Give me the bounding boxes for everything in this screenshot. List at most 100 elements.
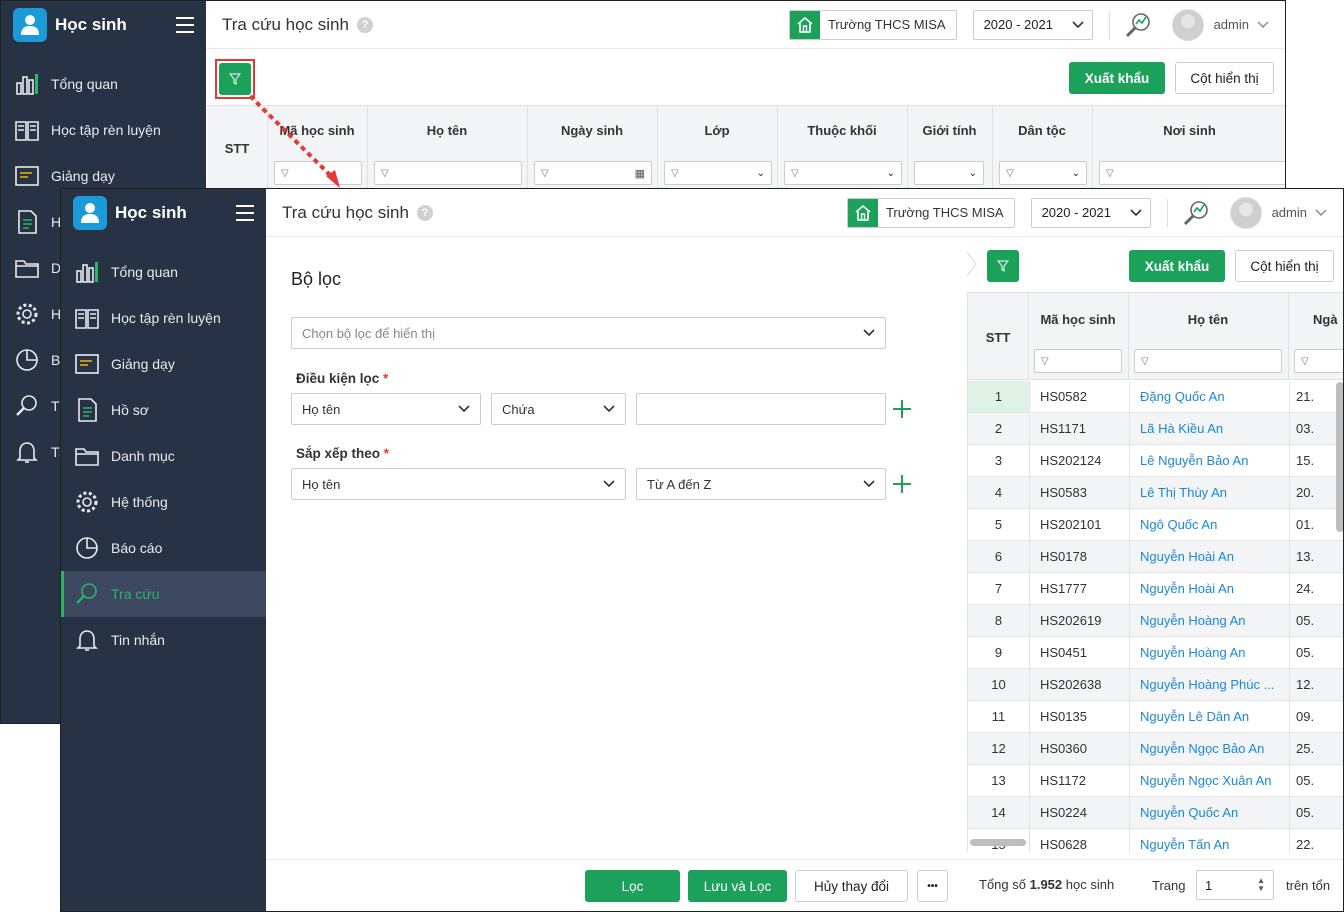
sidebar-item-gear[interactable]: Hệ thống (61, 479, 266, 525)
row-dob: 05. (1289, 765, 1343, 796)
row-name-link[interactable]: Lã Hà Kiều An (1129, 413, 1289, 444)
sidebar-item-document[interactable]: Hồ sơ (61, 387, 266, 433)
condition-operator-select[interactable]: Chứa (491, 393, 626, 425)
row-dob: 24. (1289, 573, 1343, 604)
grade-filter-select[interactable]: ▽ ⌄ (784, 161, 902, 185)
export-button[interactable]: Xuất khẩu (1069, 62, 1165, 94)
calendar-icon[interactable]: ▦ (635, 167, 645, 180)
table-row[interactable]: 4 HS0583 Lê Thị Thùy An 20. (968, 477, 1343, 509)
sidebar-item-label: Tổng quan (51, 76, 118, 92)
sort-field-select[interactable]: Họ tên (291, 468, 626, 500)
search-chart-icon[interactable] (1124, 11, 1152, 39)
sidebar-item-bell[interactable]: Tin nhắn (61, 617, 266, 663)
condition-field-select[interactable]: Họ tên (291, 393, 481, 425)
sidebar-item-chart-bars[interactable]: Tổng quan (1, 61, 206, 107)
sidebar-item-folder[interactable]: Danh mục (61, 433, 266, 479)
col-header-birthplace: Nơi sinh (1163, 123, 1216, 138)
row-stt: 7 (994, 581, 1003, 596)
panel-collapse-icon[interactable] (966, 251, 978, 277)
table-row[interactable]: 7 HS1777 Nguyễn Hoài An 24. (968, 573, 1343, 605)
save-and-filter-button[interactable]: Lưu và Lọc (688, 870, 787, 902)
table-row[interactable]: 5 HS202101 Ngô Quốc An 01. (968, 509, 1343, 541)
menu-toggle-icon[interactable] (176, 17, 194, 33)
columns-button[interactable]: Cột hiển thị (1235, 250, 1334, 282)
class-filter-select[interactable]: ▽ ⌄ (664, 161, 772, 185)
help-icon[interactable]: ? (356, 16, 373, 33)
add-sort-plus-icon[interactable] (891, 473, 913, 495)
row-name-link[interactable]: Nguyễn Ngọc Xuân An (1129, 765, 1289, 796)
filter-preset-select[interactable]: Chọn bộ lọc để hiển thị (291, 317, 886, 349)
year-select[interactable]: 2020 - 2021 (972, 9, 1093, 40)
table-row[interactable]: 1 HS0582 Đặng Quốc An 21. (968, 381, 1343, 413)
birthplace-filter-input[interactable]: ▽ (1099, 161, 1285, 185)
page-number-input[interactable]: 1 ▲ ▼ (1196, 870, 1274, 900)
condition-value-input[interactable] (636, 393, 886, 425)
menu-toggle-icon[interactable] (236, 205, 254, 221)
row-name-link[interactable]: Nguyễn Hoài An (1129, 541, 1289, 572)
name-filter-input[interactable]: ▽ (1134, 349, 1282, 373)
chevron-down-icon: ⌄ (968, 167, 977, 179)
name-filter-input[interactable]: ▽ (374, 161, 522, 185)
year-select[interactable]: 2020 - 2021 (1030, 197, 1151, 228)
table-row[interactable]: 3 HS202124 Lê Nguyễn Bảo An 15. (968, 445, 1343, 477)
row-name-link[interactable]: Lê Nguyễn Bảo An (1129, 445, 1289, 476)
board-icon (13, 162, 41, 190)
ethnic-filter-select[interactable]: ▽ ⌄ (999, 161, 1087, 185)
row-name-link[interactable]: Đặng Quốc An (1129, 381, 1289, 412)
sidebar-item-pie[interactable]: Báo cáo (61, 525, 266, 571)
table-row[interactable]: 2 HS1171 Lã Hà Kiều An 03. (968, 413, 1343, 445)
help-icon[interactable]: ? (416, 204, 433, 221)
sidebar-item-chart-bars[interactable]: Tổng quan (61, 249, 266, 295)
avatar[interactable] (1171, 8, 1204, 41)
table-row[interactable]: 9 HS0451 Nguyễn Hoàng An 05. (968, 637, 1343, 669)
add-condition-plus-icon[interactable] (891, 398, 913, 420)
sort-order-select[interactable]: Từ A đến Z (636, 468, 886, 500)
table-row[interactable]: 10 HS202638 Nguyễn Hoàng Phúc ... 12. (968, 669, 1343, 701)
row-name-link[interactable]: Nguyễn Lê Dân An (1129, 701, 1289, 732)
row-name-link[interactable]: Nguyễn Tấn An (1129, 829, 1289, 852)
row-name-link[interactable]: Nguyễn Hoàng An (1129, 637, 1289, 668)
chevron-down-icon (863, 480, 875, 488)
spinner-icon[interactable]: ▲ ▼ (1257, 877, 1265, 893)
cancel-changes-button[interactable]: Hủy thay đổi (795, 870, 908, 902)
row-name-link[interactable]: Lê Thị Thùy An (1129, 477, 1289, 508)
school-button[interactable]: Trường THCS MISA (788, 9, 957, 40)
row-name-link[interactable]: Nguyễn Hoàng Phúc ... (1129, 669, 1289, 700)
row-name-link[interactable]: Nguyễn Hoài An (1129, 573, 1289, 604)
row-dob: 05. (1289, 605, 1343, 636)
table-row[interactable]: 8 HS202619 Nguyễn Hoàng An 05. (968, 605, 1343, 637)
vertical-scrollbar[interactable] (1336, 382, 1343, 532)
user-name[interactable]: admin (1214, 17, 1249, 32)
row-name-link[interactable]: Nguyễn Ngọc Bảo An (1129, 733, 1289, 764)
table-row[interactable]: 12 HS0360 Nguyễn Ngọc Bảo An 25. (968, 733, 1343, 765)
horizontal-scrollbar[interactable] (970, 839, 1026, 846)
sidebar-item-book[interactable]: Học tập rèn luyện (1, 107, 206, 153)
filter-button[interactable]: Lọc (585, 870, 680, 902)
chevron-down-icon[interactable] (1257, 21, 1269, 29)
user-name[interactable]: admin (1272, 205, 1307, 220)
col-header-class: Lớp (704, 123, 730, 138)
row-name-link[interactable]: Nguyễn Quốc An (1129, 797, 1289, 828)
dob-filter-input[interactable]: ▽ (1294, 349, 1343, 373)
more-options-button[interactable]: ••• (917, 870, 948, 902)
row-name-link[interactable]: Nguyễn Hoàng An (1129, 605, 1289, 636)
dob-filter-input[interactable]: ▽ ▦ (534, 161, 652, 185)
columns-button[interactable]: Cột hiển thị (1175, 62, 1274, 94)
code-filter-input[interactable]: ▽ (1034, 349, 1122, 373)
col-header-code: Mã học sinh (1040, 312, 1116, 327)
table-row[interactable]: 11 HS0135 Nguyễn Lê Dân An 09. (968, 701, 1343, 733)
gender-filter-select[interactable]: ⌄ (914, 161, 984, 185)
sidebar-item-board[interactable]: Giảng dạy (61, 341, 266, 387)
chevron-down-icon[interactable] (1315, 209, 1327, 217)
search-chart-icon[interactable] (1182, 199, 1210, 227)
export-button[interactable]: Xuất khẩu (1129, 250, 1225, 282)
sidebar-item-book[interactable]: Học tập rèn luyện (61, 295, 266, 341)
school-button[interactable]: Trường THCS MISA (846, 197, 1015, 228)
table-row[interactable]: 13 HS1172 Nguyễn Ngọc Xuân An 05. (968, 765, 1343, 797)
filter-toggle-button[interactable] (987, 250, 1019, 282)
table-row[interactable]: 6 HS0178 Nguyễn Hoài An 13. (968, 541, 1343, 573)
row-name-link[interactable]: Ngô Quốc An (1129, 509, 1289, 540)
sidebar-item-search[interactable]: Tra cứu (61, 571, 266, 617)
avatar[interactable] (1229, 196, 1262, 229)
table-row[interactable]: 14 HS0224 Nguyễn Quốc An 05. (968, 797, 1343, 829)
